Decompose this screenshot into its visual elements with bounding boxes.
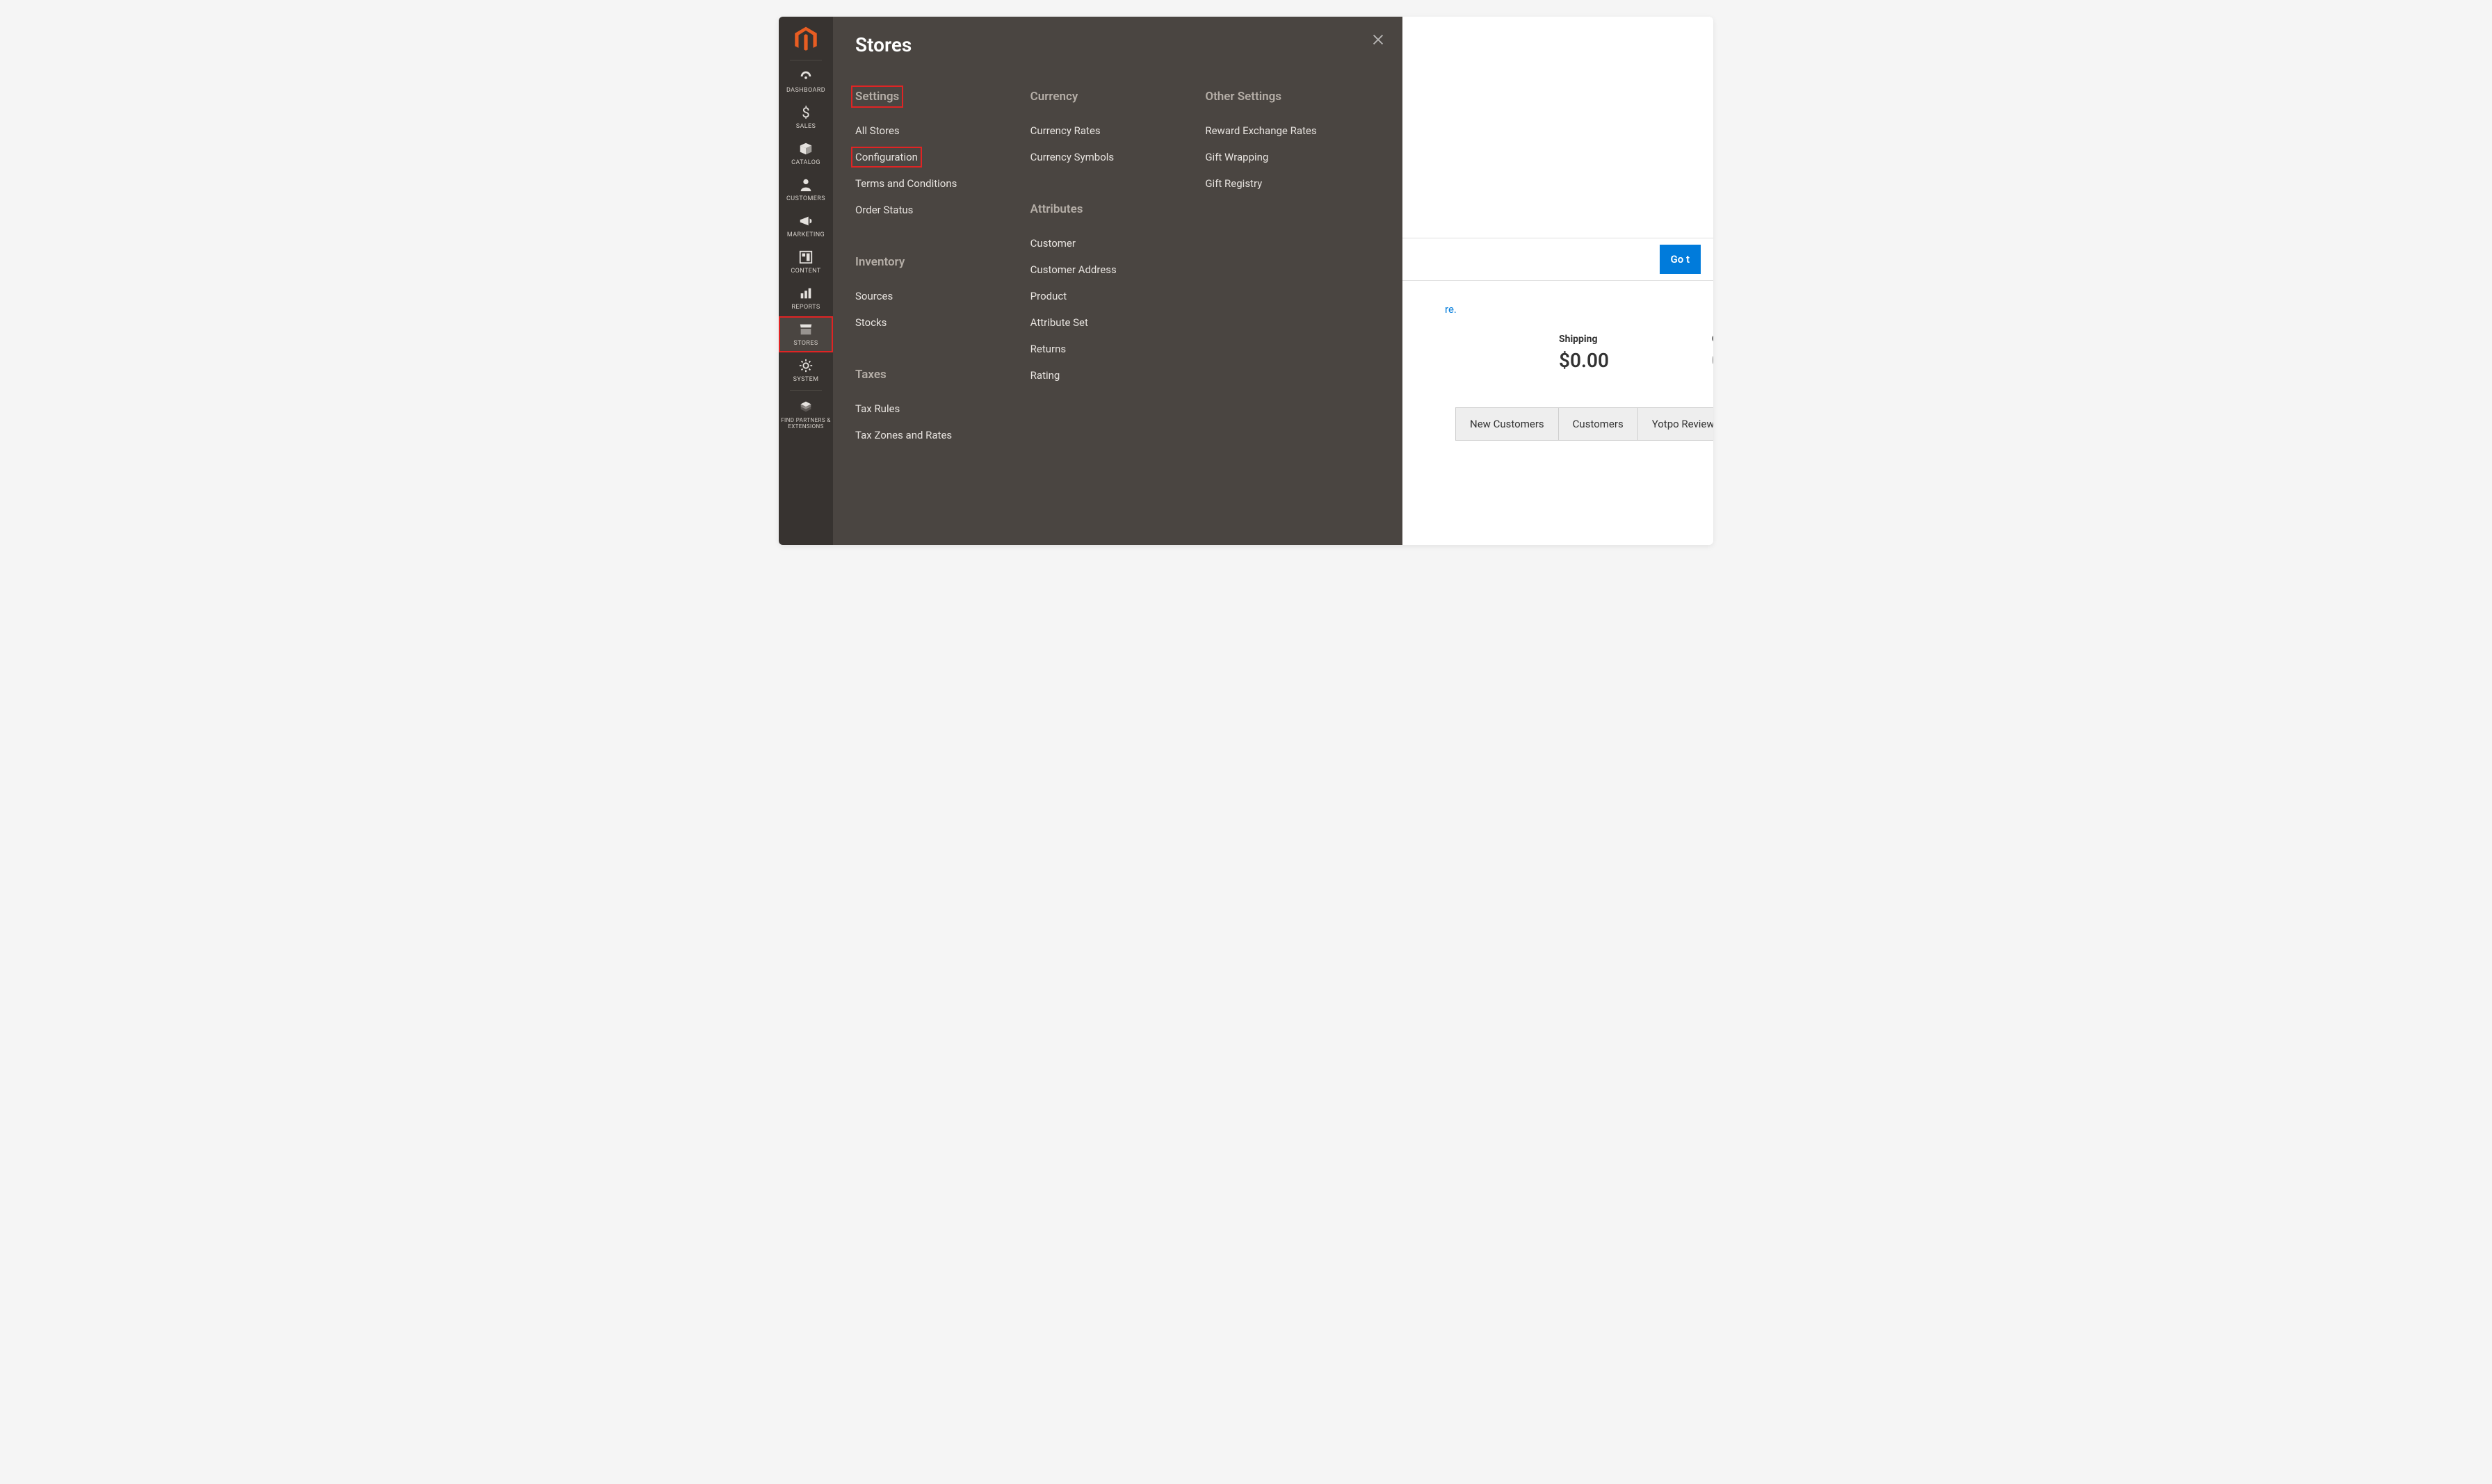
settings-heading: Settings [855, 90, 899, 104]
sidebar-item-label: CONTENT [791, 268, 820, 275]
sidebar-item-label: MARKETING [787, 231, 825, 238]
sidebar-item-content[interactable]: CONTENT [779, 244, 833, 280]
sidebar-item-label: REPORTS [791, 304, 820, 311]
sidebar-item-reports[interactable]: REPORTS [779, 280, 833, 316]
sidebar-item-stores[interactable]: STORES [779, 316, 833, 352]
stat-quantity-label: Q [1712, 334, 1713, 345]
storefront-icon [798, 322, 814, 337]
stat-shipping-value: $0.00 [1559, 349, 1609, 372]
stores-panel-title: Stores [855, 33, 1380, 56]
stores-flyout-panel: Stores Settings All Stores Configuration… [833, 17, 1402, 545]
currency-rates[interactable]: Currency Rates [1030, 117, 1185, 144]
settings-order-status[interactable]: Order Status [855, 197, 1010, 223]
attributes-customer[interactable]: Customer [1030, 230, 1185, 256]
sidebar-item-label: SYSTEM [793, 376, 819, 383]
settings-all-stores[interactable]: All Stores [855, 117, 1010, 144]
sidebar-item-label: DASHBOARD [786, 87, 825, 94]
megaphone-icon [798, 213, 814, 229]
currency-symbols[interactable]: Currency Symbols [1030, 144, 1185, 170]
layout-icon [798, 250, 814, 265]
close-icon[interactable] [1370, 32, 1386, 47]
dashboard-tabs: New Customers Customers Yotpo Reviews [1455, 407, 1713, 441]
taxes-heading: Taxes [855, 368, 1010, 382]
tab-new-customers[interactable]: New Customers [1455, 408, 1559, 440]
bar-chart-icon [798, 286, 814, 301]
stat-quantity: Q 0 [1712, 334, 1713, 372]
currency-heading: Currency [1030, 90, 1185, 104]
attributes-product[interactable]: Product [1030, 283, 1185, 309]
stat-quantity-value: 0 [1712, 349, 1713, 372]
admin-sidebar: DASHBOARD $ SALES CATALOG CUSTOMERS MARK… [779, 17, 833, 545]
stat-shipping-label: Shipping [1559, 334, 1597, 345]
sidebar-item-label: CUSTOMERS [786, 195, 825, 202]
viewport: reports tailored to your customer data. … [779, 17, 1713, 545]
inventory-heading: Inventory [855, 255, 1010, 269]
box-icon [798, 141, 814, 156]
taxes-zones[interactable]: Tax Zones and Rates [855, 422, 1010, 448]
other-gift-registry[interactable]: Gift Registry [1205, 170, 1359, 197]
stores-col-3: Other Settings Reward Exchange Rates Gif… [1205, 90, 1380, 480]
dollar-icon: $ [798, 105, 814, 120]
chart-config-link[interactable]: re. [1445, 303, 1457, 316]
sidebar-item-partners[interactable]: FIND PARTNERS & EXTENSIONS [779, 393, 833, 435]
attributes-customer-address[interactable]: Customer Address [1030, 256, 1185, 283]
sidebar-item-label: STORES [793, 340, 818, 347]
attributes-rating[interactable]: Rating [1030, 362, 1185, 389]
sidebar-item-label: SALES [796, 123, 816, 130]
inventory-stocks[interactable]: Stocks [855, 309, 1010, 336]
sidebar-item-dashboard[interactable]: DASHBOARD [779, 63, 833, 99]
puzzle-icon [798, 399, 814, 414]
sidebar-item-customers[interactable]: CUSTOMERS [779, 172, 833, 208]
attributes-attribute-set[interactable]: Attribute Set [1030, 309, 1185, 336]
gear-icon [798, 358, 814, 373]
other-gift-wrapping[interactable]: Gift Wrapping [1205, 144, 1359, 170]
sidebar-item-catalog[interactable]: CATALOG [779, 136, 833, 172]
person-icon [798, 177, 814, 193]
sidebar-item-marketing[interactable]: MARKETING [779, 208, 833, 244]
stores-col-1: Settings All Stores Configuration Terms … [855, 90, 1030, 480]
sidebar-item-sales[interactable]: $ SALES [779, 99, 833, 136]
tab-customers[interactable]: Customers [1559, 408, 1638, 440]
other-reward-exchange[interactable]: Reward Exchange Rates [1205, 117, 1359, 144]
inventory-sources[interactable]: Sources [855, 283, 1010, 309]
gauge-icon [798, 69, 814, 84]
stat-shipping: Shipping $0.00 [1559, 334, 1609, 372]
settings-configuration[interactable]: Configuration [855, 151, 918, 163]
tab-yotpo-reviews[interactable]: Yotpo Reviews [1638, 408, 1713, 440]
other-settings-heading: Other Settings [1205, 90, 1359, 104]
sidebar-item-system[interactable]: SYSTEM [779, 352, 833, 389]
sidebar-item-label: CATALOG [791, 159, 820, 166]
settings-terms[interactable]: Terms and Conditions [855, 170, 1010, 197]
attributes-heading: Attributes [1030, 202, 1185, 216]
banner-go-button[interactable]: Go t [1660, 245, 1701, 274]
stores-col-2: Currency Currency Rates Currency Symbols… [1030, 90, 1206, 480]
sidebar-item-label: FIND PARTNERS & EXTENSIONS [779, 417, 833, 430]
magento-logo-icon[interactable] [791, 25, 820, 54]
taxes-tax-rules[interactable]: Tax Rules [855, 396, 1010, 422]
attributes-returns[interactable]: Returns [1030, 336, 1185, 362]
